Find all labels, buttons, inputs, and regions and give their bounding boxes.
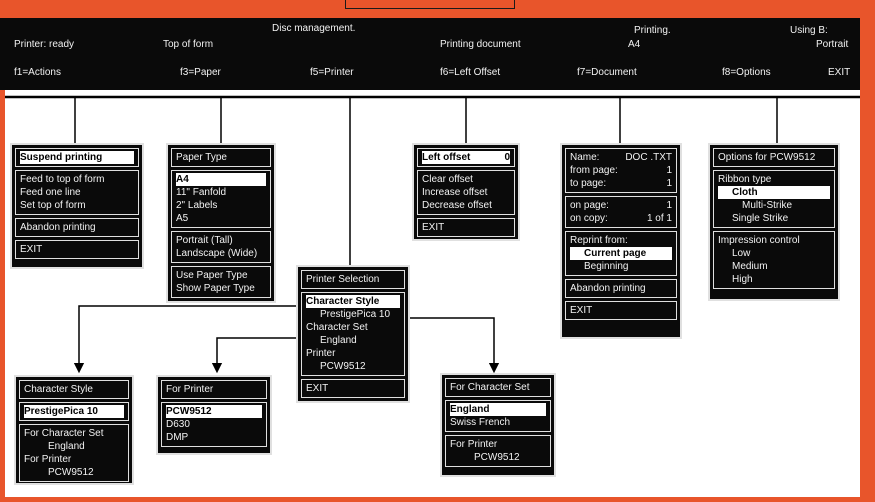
charset-for-printer-label: For Printer xyxy=(450,439,498,450)
from-page-value: 1 xyxy=(666,165,672,176)
abandon-printing-option[interactable]: Abandon printing xyxy=(20,221,134,234)
printer-pcw9512-option[interactable]: PCW9512 xyxy=(166,405,262,418)
paper-a4-option[interactable]: A4 xyxy=(176,173,266,186)
clear-offset-option[interactable]: Clear offset xyxy=(422,173,510,186)
for-character-set-value: England xyxy=(48,441,85,452)
landscape-option[interactable]: Landscape (Wide) xyxy=(176,247,266,260)
paper-type-menu: Paper Type A4 11" Fanfold 2" Labels A5 P… xyxy=(166,143,276,303)
printer-selection-menu: Printer Selection Character Style Presti… xyxy=(296,265,410,403)
left-offset-label: Left offset xyxy=(422,152,471,163)
prestige-pica-option[interactable]: PrestigePica 10 xyxy=(24,405,124,418)
to-page-row[interactable]: to page: 1 xyxy=(570,177,672,190)
style-for-printer-value: PCW9512 xyxy=(48,467,94,478)
impression-high-option[interactable]: High xyxy=(718,273,830,286)
use-paper-type-option[interactable]: Use Paper Type xyxy=(176,269,266,282)
printer-dmp-option[interactable]: DMP xyxy=(166,431,262,444)
to-page-label: to page: xyxy=(570,178,607,189)
paper-labels-option[interactable]: 2" Labels xyxy=(176,199,266,212)
on-page-label: on page: xyxy=(570,200,609,211)
beginning-option[interactable]: Beginning xyxy=(570,260,672,273)
show-paper-type-option[interactable]: Show Paper Type xyxy=(176,282,266,295)
decrease-offset-option[interactable]: Decrease offset xyxy=(422,199,510,212)
impression-medium-option[interactable]: Medium xyxy=(718,260,830,273)
doc-exit-option[interactable]: EXIT xyxy=(570,304,672,317)
exit-option[interactable]: EXIT xyxy=(20,243,134,256)
left-offset-field[interactable]: Left offset 0 xyxy=(422,151,510,164)
doc-abandon-printing-option[interactable]: Abandon printing xyxy=(570,282,672,295)
for-printer-title: For Printer xyxy=(166,384,214,395)
document-menu: Name: DOC .TXT from page: 1 to page: 1 on p… xyxy=(560,143,682,339)
options-title: Options for PCW9512 xyxy=(718,152,816,163)
ribbon-single-strike-option[interactable]: Single Strike xyxy=(718,212,830,225)
on-page-row: on page: 1 xyxy=(570,199,672,212)
from-page-row[interactable]: from page: 1 xyxy=(570,164,672,177)
printer-selection-title: Printer Selection xyxy=(306,274,380,285)
charset-england-option[interactable]: England xyxy=(450,403,546,416)
on-page-value: 1 xyxy=(666,200,672,211)
feed-to-top-option[interactable]: Feed to top of form xyxy=(20,173,134,186)
for-printer-menu: For Printer PCW9512 D630 DMP xyxy=(156,375,272,455)
paper-type-title: Paper Type xyxy=(176,152,227,163)
character-style-value: PrestigePica 10 xyxy=(320,309,391,320)
character-set-menu: For Character Set England Swiss French F… xyxy=(440,373,556,477)
left-offset-value: 0 xyxy=(504,152,510,163)
paper-a5-option[interactable]: A5 xyxy=(176,212,266,225)
charset-swiss-french-option[interactable]: Swiss French xyxy=(450,416,546,429)
doc-name-label: Name: xyxy=(570,152,600,163)
suspend-printing-option[interactable]: Suspend printing xyxy=(20,151,134,164)
char-style-arrow xyxy=(73,305,298,374)
character-style-option[interactable]: Character Style xyxy=(306,295,400,308)
character-style-menu: Character Style PrestigePica 10 For Char… xyxy=(14,375,134,485)
ribbon-type-label: Ribbon type xyxy=(718,174,772,185)
current-page-option[interactable]: Current page xyxy=(570,247,672,260)
on-copy-label: on copy: xyxy=(570,213,608,224)
actions-menu: Suspend printing Feed to top of form Fee… xyxy=(10,143,144,269)
doc-name-row: Name: DOC .TXT xyxy=(570,151,672,164)
to-page-value: 1 xyxy=(666,178,672,189)
increase-offset-option[interactable]: Increase offset xyxy=(422,186,510,199)
character-style-title: Character Style xyxy=(24,384,93,395)
ribbon-cloth-option[interactable]: Cloth xyxy=(718,186,830,199)
printer-d630-option[interactable]: D630 xyxy=(166,418,262,431)
on-copy-row: on copy: 1 of 1 xyxy=(570,212,672,225)
charset-for-printer-value: PCW9512 xyxy=(474,452,520,463)
reprint-from-label: Reprint from: xyxy=(570,235,628,246)
paper-fanfold-option[interactable]: 11" Fanfold xyxy=(176,186,266,199)
on-copy-value: 1 of 1 xyxy=(646,213,672,224)
character-set-option[interactable]: Character Set xyxy=(306,321,400,334)
printer-selection-exit[interactable]: EXIT xyxy=(306,382,400,395)
ribbon-multi-strike-option[interactable]: Multi-Strike xyxy=(718,199,830,212)
feed-one-line-option[interactable]: Feed one line xyxy=(20,186,134,199)
character-set-title: For Character Set xyxy=(450,382,530,393)
portrait-option[interactable]: Portrait (Tall) xyxy=(176,234,266,247)
doc-name-value: DOC .TXT xyxy=(625,152,672,163)
for-character-set-label: For Character Set xyxy=(24,428,104,439)
for-printer-arrow xyxy=(211,337,298,374)
char-set-arrow xyxy=(408,317,500,374)
offset-exit-option[interactable]: EXIT xyxy=(422,221,510,234)
character-set-value: England xyxy=(320,335,357,346)
impression-low-option[interactable]: Low xyxy=(718,247,830,260)
printer-option[interactable]: Printer xyxy=(306,347,400,360)
set-top-of-form-option[interactable]: Set top of form xyxy=(20,199,134,212)
style-for-printer-label: For Printer xyxy=(24,454,72,465)
left-offset-menu: Left offset 0 Clear offset Increase offs… xyxy=(412,143,520,241)
printer-value: PCW9512 xyxy=(320,361,366,372)
impression-control-label: Impression control xyxy=(718,235,800,246)
options-menu: Options for PCW9512 Ribbon type Cloth Mu… xyxy=(708,143,840,301)
from-page-label: from page: xyxy=(570,165,618,176)
